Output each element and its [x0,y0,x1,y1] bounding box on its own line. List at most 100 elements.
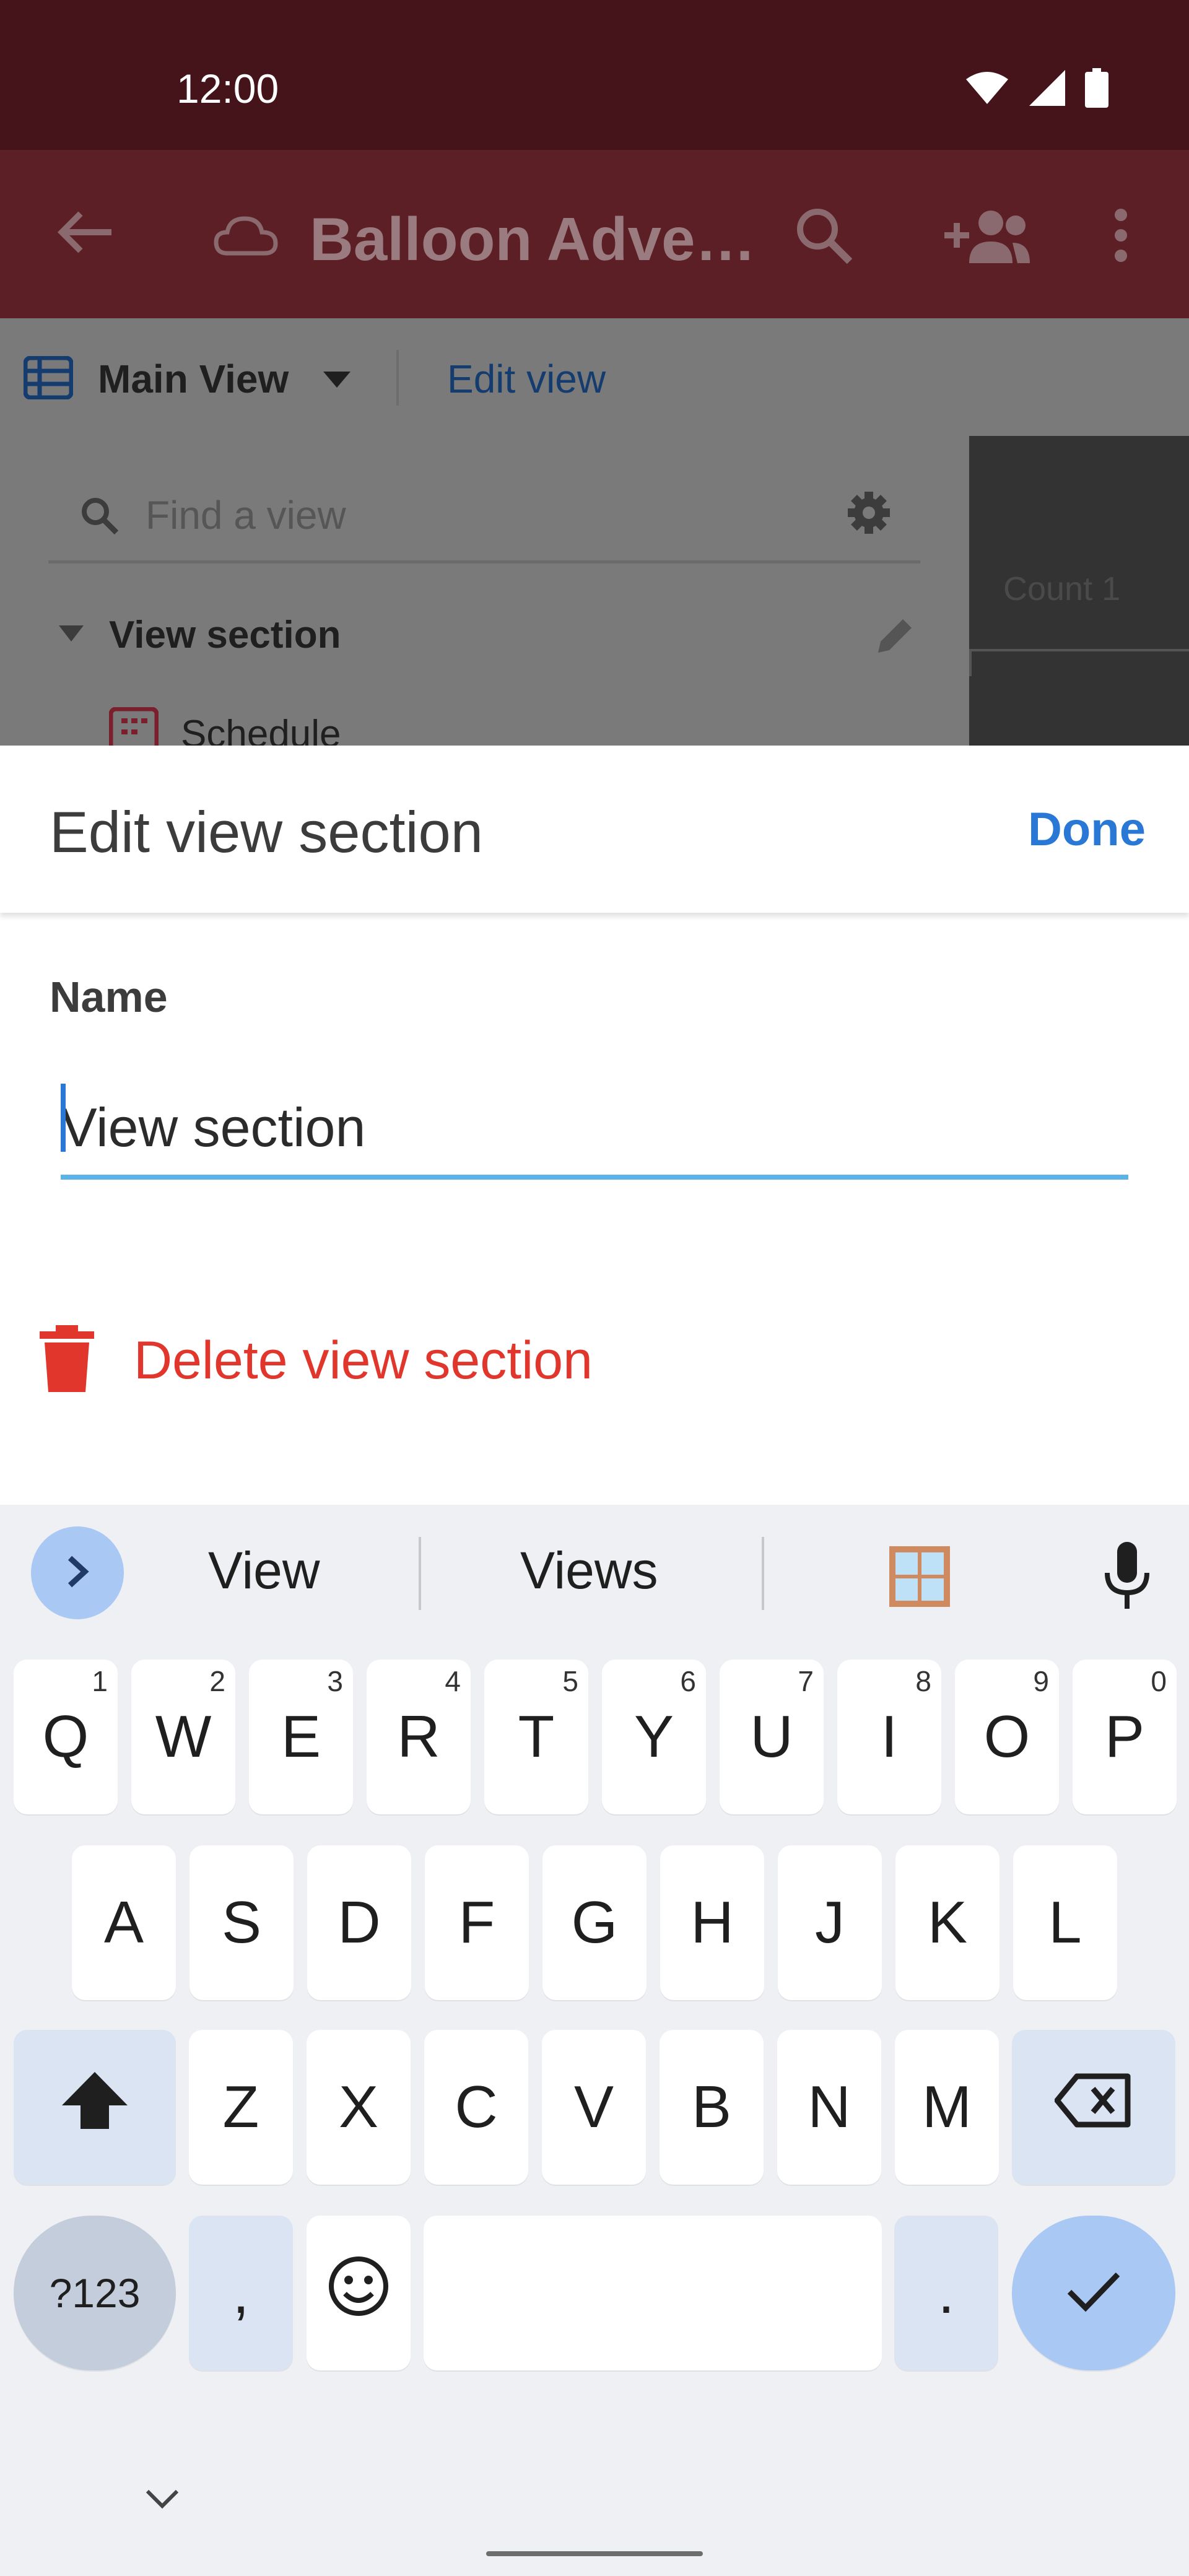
key-label: L [1048,1889,1082,1956]
key-z[interactable]: Z [189,2030,293,2185]
key-label: H [690,1889,734,1956]
key-a[interactable]: A [72,1845,176,2000]
key-x[interactable]: X [307,2030,411,2185]
key-hint: 3 [327,1665,343,1697]
key-u[interactable]: U7 [720,1660,824,1814]
key-e[interactable]: E3 [249,1660,353,1814]
key-f[interactable]: F [425,1845,529,2000]
key-label: W [155,1704,212,1770]
chevron-down-icon[interactable] [323,372,351,391]
key-w[interactable]: W2 [131,1660,235,1814]
key-n[interactable]: N [777,2030,881,2185]
shift-icon [61,2071,129,2144]
key-c[interactable]: C [424,2030,528,2185]
key-l[interactable]: L [1013,1845,1117,2000]
edit-pencil-icon[interactable] [874,613,918,659]
delete-view-section-button[interactable]: Delete view section [37,1325,593,1396]
key-label: D [338,1889,381,1956]
key-label: F [458,1889,495,1956]
column-header: Count 1 [1003,570,1121,607]
key-hint: 1 [92,1665,108,1697]
add-people-icon[interactable] [932,204,1031,266]
key-y[interactable]: Y6 [602,1660,706,1814]
key-hint: 8 [915,1665,931,1697]
emoji-key[interactable] [307,2216,411,2370]
space-key[interactable] [424,2216,882,2370]
key-label: C [455,2074,498,2140]
suggestion-2[interactable]: Views [520,1541,658,1601]
key-hint: 7 [798,1665,814,1697]
key-label: O [983,1704,1030,1770]
delete-label: Delete view section [134,1331,593,1390]
key-h[interactable]: H [660,1845,764,2000]
navigation-handle[interactable] [486,2551,703,2556]
edit-view-link[interactable]: Edit view [447,356,606,402]
chevron-right-icon [65,1554,90,1592]
key-label: Y [634,1704,674,1770]
signal-icon [1028,69,1066,110]
key-label: E [281,1704,321,1770]
key-v[interactable]: V [542,2030,646,2185]
cloud-icon [214,214,278,257]
backspace-icon [1054,2073,1133,2143]
comma-key[interactable]: , [189,2216,293,2370]
suggestion-expand-button[interactable] [31,1526,124,1619]
page-title: Balloon Adve… [310,205,756,273]
gear-icon[interactable] [845,489,892,539]
key-p[interactable]: P0 [1073,1660,1177,1814]
key-label: A [103,1889,144,1956]
key-s[interactable]: S [189,1845,294,2000]
view-item-schedule[interactable]: Schedule [181,712,341,746]
schedule-icon [108,707,159,757]
view-section-heading[interactable]: View section [109,613,341,657]
name-label: Name [50,973,168,1021]
key-hint: 4 [445,1665,461,1697]
key-label: M [922,2074,972,2140]
trash-icon [37,1325,97,1396]
key-b[interactable]: B [660,2030,764,2185]
name-field[interactable] [61,1081,1128,1180]
key-m[interactable]: M [895,2030,999,2185]
text-cursor [61,1084,66,1152]
key-g[interactable]: G [542,1845,647,2000]
key-label: I [881,1704,898,1770]
backspace-key[interactable] [1012,2030,1175,2185]
status-icons [965,68,1108,111]
key-r[interactable]: R4 [367,1660,471,1814]
search-icon[interactable] [793,204,855,266]
key-i[interactable]: I8 [837,1660,941,1814]
enter-key[interactable] [1012,2216,1175,2370]
shift-key[interactable] [14,2030,176,2185]
hide-keyboard-icon[interactable] [144,2486,181,2514]
more-vert-icon[interactable] [1112,207,1130,263]
key-d[interactable]: D [307,1845,411,2000]
key-q[interactable]: Q1 [14,1660,118,1814]
table-gridline [969,649,972,676]
sheet-title: Edit view section [50,799,484,864]
suggestion-1[interactable]: View [208,1541,320,1601]
key-hint: 6 [680,1665,696,1697]
back-arrow-icon[interactable] [56,207,114,257]
key-j[interactable]: J [778,1845,882,2000]
chevron-down-icon[interactable] [59,625,84,645]
key-o[interactable]: O9 [955,1660,1059,1814]
divider [396,350,399,406]
symbols-key[interactable]: ?123 [14,2216,176,2370]
key-label: B [691,2074,732,2140]
microphone-icon[interactable] [1104,1542,1151,1613]
key-hint: 0 [1151,1665,1167,1697]
key-t[interactable]: T5 [484,1660,588,1814]
done-button[interactable]: Done [1028,803,1146,856]
view-selector[interactable]: Main View [98,356,289,402]
find-view-input[interactable]: Find a view [146,492,346,538]
key-label: K [927,1889,968,1956]
grid-view-icon [23,355,74,402]
period-key[interactable]: . [894,2216,998,2370]
window-emoji-icon[interactable] [888,1545,951,1611]
key-k[interactable]: K [895,1845,1000,2000]
key-label: Z [222,2074,259,2140]
key-label: N [808,2074,851,2140]
battery-icon [1085,68,1108,111]
view-panel [0,436,969,746]
search-underline [48,560,920,564]
